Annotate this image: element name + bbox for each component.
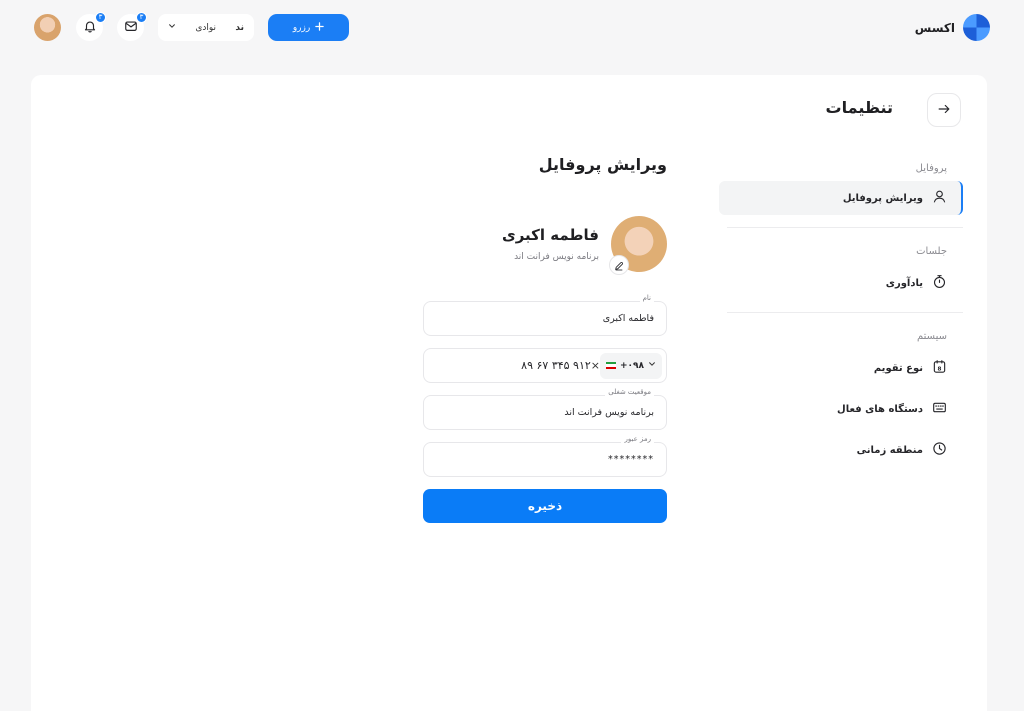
arrow-right-icon	[937, 101, 951, 120]
language-select[interactable]: ﻧﺪ نوادی	[158, 14, 254, 41]
user-avatar[interactable]	[34, 14, 61, 41]
sidebar-item-label: ویرایش پروفایل	[842, 192, 923, 204]
password-field[interactable]: رمز عبور ********	[423, 435, 667, 477]
form-title: ویرایش پروفایل	[538, 155, 667, 174]
language-tag: ﻧﺪ	[235, 22, 245, 33]
clear-icon[interactable]: ×	[591, 359, 600, 372]
reserve-label: رزرو	[292, 22, 311, 32]
brand-name: اکسس	[914, 20, 955, 35]
notifications-button[interactable]: ۳	[76, 12, 106, 41]
sidebar-item-edit-profile[interactable]: ویرایش پروفایل	[719, 181, 963, 215]
country-code-select[interactable]: ۰۹۸+	[600, 352, 662, 379]
phone-field[interactable]: × ۹۱۲ ۳۴۵ ۶۷ ۸۹ ۰۹۸+	[423, 348, 667, 383]
calendar-icon: 8	[932, 359, 947, 377]
language-label: نوادی	[195, 22, 217, 33]
profile-header: فاطمه اکبری برنامه نویس فرانت اند	[423, 215, 667, 275]
phone-value: ۹۱۲ ۳۴۵ ۶۷ ۸۹	[521, 359, 591, 372]
name-value: فاطمه اکبری	[602, 313, 654, 324]
profile-role: برنامه نویس فرانت اند	[514, 252, 599, 262]
chevron-down-icon	[168, 22, 176, 33]
name-field[interactable]: نام فاطمه اکبری	[423, 294, 667, 336]
plus-icon	[315, 22, 324, 33]
stopwatch-icon	[932, 274, 947, 292]
sidebar-item-label: نوع تقویم	[873, 362, 923, 374]
reserve-button[interactable]: رزرو	[268, 14, 349, 41]
messages-badge: ۳	[136, 12, 147, 23]
sidebar-item-calendar-type[interactable]: 8 نوع تقویم	[719, 351, 963, 385]
sidebar-item-time-zone[interactable]: منطقه زمانی	[719, 433, 963, 467]
section-label-system: سیستم	[917, 331, 947, 342]
keyboard-icon	[932, 400, 947, 418]
back-button[interactable]	[927, 93, 961, 127]
page-title: تنظیمات	[825, 98, 893, 117]
password-value: ********	[608, 454, 654, 465]
pencil-icon	[614, 256, 624, 275]
iran-flag-icon	[606, 362, 616, 369]
settings-sidebar: پروفایل ویرایش پروفایل جلسات یادآوری سیس…	[719, 159, 963, 467]
password-label: رمز عبور	[621, 435, 654, 443]
section-label-sessions: جلسات	[916, 246, 947, 257]
brand[interactable]: اکسس	[915, 14, 990, 41]
divider	[727, 312, 963, 313]
profile-avatar	[609, 216, 667, 275]
sidebar-item-active-devices[interactable]: دستگاه های فعال	[719, 392, 963, 426]
edit-avatar-button[interactable]	[609, 255, 629, 275]
country-code: ۰۹۸+	[619, 360, 645, 371]
job-position-field[interactable]: موقعیت شغلی برنامه نویس فرانت اند	[423, 388, 667, 430]
messages-button[interactable]: ۳	[117, 12, 147, 41]
divider	[727, 227, 963, 228]
clock-icon	[932, 441, 947, 459]
user-icon	[932, 189, 947, 207]
job-position-value: برنامه نویس فرانت اند	[564, 407, 654, 418]
mail-icon	[124, 18, 138, 37]
sidebar-item-label: منطقه زمانی	[856, 444, 923, 456]
name-label: نام	[639, 294, 654, 302]
notifications-badge: ۳	[95, 12, 106, 23]
settings-card: تنظیمات پروفایل ویرایش پروفایل جلسات یاد…	[31, 75, 987, 711]
job-position-label: موقعیت شغلی	[605, 388, 654, 396]
top-bar: اکسس رزرو ﻧﺪ نوادی ۳ ۳	[0, 0, 1024, 56]
profile-form: ویرایش پروفایل فاطمه اکبری برنامه نویس ف…	[423, 155, 667, 523]
svg-text:8: 8	[938, 366, 942, 372]
section-label-profile: پروفایل	[915, 163, 947, 174]
save-button[interactable]: ذخیره	[423, 489, 667, 523]
sidebar-item-reminder[interactable]: یادآوری	[719, 266, 963, 300]
brand-logo	[963, 14, 990, 41]
sidebar-item-label: دستگاه های فعال	[837, 403, 923, 415]
profile-name: فاطمه اکبری	[501, 226, 599, 244]
chevron-down-icon	[648, 360, 656, 371]
sidebar-item-label: یادآوری	[885, 277, 923, 289]
bell-icon	[83, 18, 97, 37]
